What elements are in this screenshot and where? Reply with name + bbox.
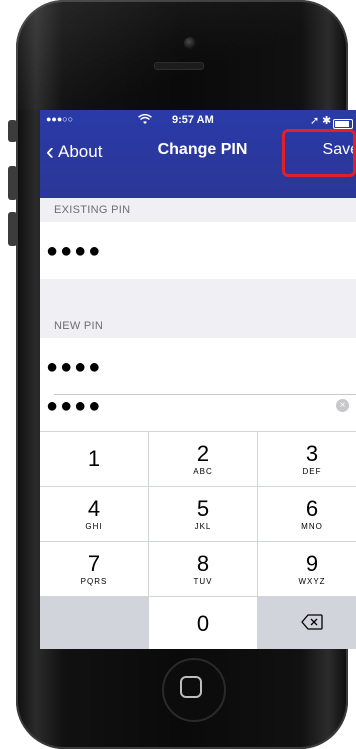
existing-pin-field[interactable]: ●●●● bbox=[40, 222, 356, 279]
status-bar: ●●●○○ 9:57 AM ➚ ✱ bbox=[40, 110, 356, 130]
confirm-pin-field[interactable]: ●●●● × bbox=[40, 395, 356, 431]
backspace-icon bbox=[301, 613, 323, 635]
home-square-icon bbox=[180, 676, 202, 698]
existing-pin-value: ●●●● bbox=[46, 240, 103, 262]
key-2[interactable]: 2 ABC bbox=[149, 432, 257, 486]
key-5[interactable]: 5 JKL bbox=[149, 487, 257, 541]
camera-icon bbox=[184, 37, 196, 49]
key-8[interactable]: 8 TUV bbox=[149, 542, 257, 596]
key-7[interactable]: 7 PQRS bbox=[40, 542, 148, 596]
key-6[interactable]: 6 MNO bbox=[258, 487, 356, 541]
key-0[interactable]: 0 bbox=[149, 597, 257, 649]
bluetooth-icon: ✱ bbox=[322, 115, 332, 127]
mute-switch bbox=[8, 120, 17, 142]
new-pin-field[interactable]: ●●●● bbox=[40, 338, 356, 395]
app-screen: ●●●○○ 9:57 AM ➚ ✱ ‹ About Change PIN Sav… bbox=[40, 110, 356, 649]
earpiece-speaker bbox=[154, 62, 204, 70]
new-pin-label: NEW PIN bbox=[54, 320, 104, 332]
wifi-icon bbox=[138, 113, 152, 128]
new-pin-value: ●●●● bbox=[46, 356, 103, 378]
save-highlight-box bbox=[282, 129, 356, 177]
clear-icon[interactable]: × bbox=[336, 399, 349, 412]
phone-gloss bbox=[16, 0, 348, 110]
confirm-pin-value: ●●●● bbox=[46, 395, 103, 417]
signal-strength-icon: ●●●○○ bbox=[46, 114, 74, 124]
volume-down-button bbox=[8, 212, 17, 246]
key-9[interactable]: 9 WXYZ bbox=[258, 542, 356, 596]
key-4[interactable]: 4 GHI bbox=[40, 487, 148, 541]
key-1[interactable]: 1 bbox=[40, 432, 148, 486]
location-icon: ➚ bbox=[310, 115, 320, 127]
key-blank bbox=[40, 597, 148, 649]
volume-up-button bbox=[8, 166, 17, 200]
status-time: 9:57 AM bbox=[172, 114, 214, 126]
backspace-key[interactable] bbox=[258, 597, 356, 649]
key-3[interactable]: 3 DEF bbox=[258, 432, 356, 486]
number-keypad: 1 2 ABC 3 DEF 4 GHI 5 JKL 6 MNO 7 PQRS 8 TUV 9W… bbox=[40, 431, 356, 649]
existing-pin-label: EXISTING PIN bbox=[54, 204, 131, 216]
battery-icon bbox=[333, 115, 353, 129]
